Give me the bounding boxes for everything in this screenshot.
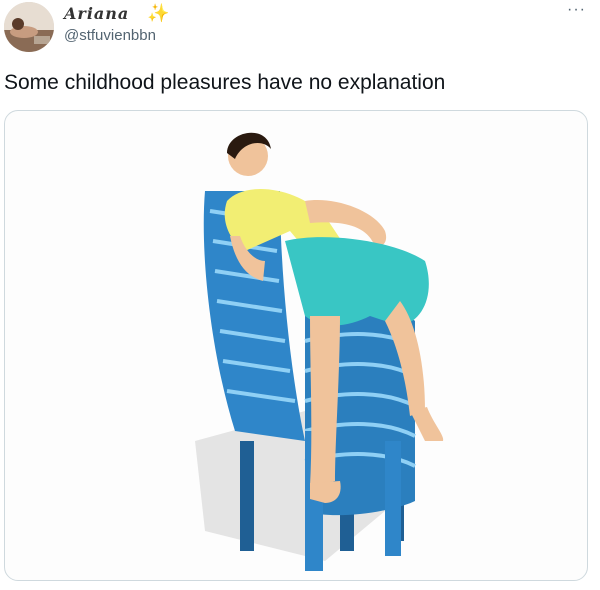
more-options-icon[interactable]: ··· bbox=[567, 2, 586, 18]
avatar[interactable] bbox=[4, 2, 54, 52]
display-name[interactable]: Ariana bbox=[64, 4, 129, 24]
sparkle-icon: ✨ bbox=[147, 3, 170, 23]
tweet-media[interactable] bbox=[4, 110, 588, 581]
tweet-text: Some childhood pleasures have no explana… bbox=[4, 71, 446, 94]
chair-leg bbox=[240, 441, 254, 551]
stacked-chair-illustration bbox=[195, 132, 444, 571]
user-handle[interactable]: @stfuvienbbn bbox=[64, 27, 156, 45]
tweet: Ariana ✨ @stfuvienbbn ··· Some childhood… bbox=[0, 0, 600, 590]
avatar-image bbox=[4, 2, 54, 52]
